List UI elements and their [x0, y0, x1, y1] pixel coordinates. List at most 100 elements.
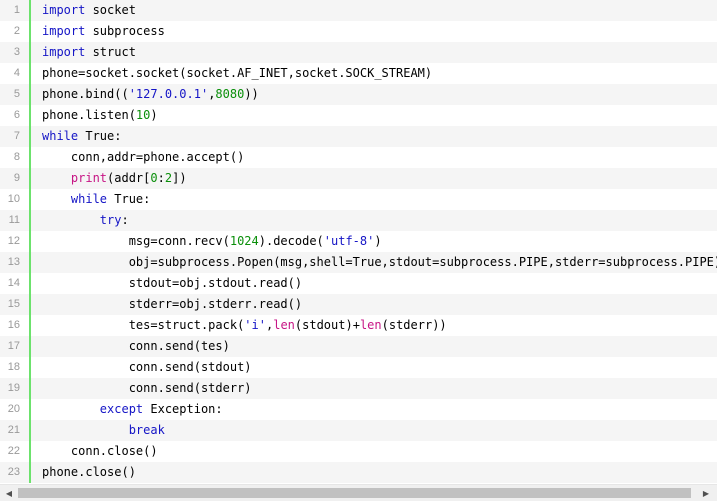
line-content: conn.send(stdout)	[42, 357, 252, 378]
line-number: 12	[0, 231, 31, 252]
code-token-kw: except	[99, 402, 144, 416]
code-token-plain: (stderr))	[381, 318, 447, 332]
code-token-kw: import	[42, 24, 86, 38]
line-content: import subprocess	[42, 21, 165, 42]
code-token-plain: conn.send(tes)	[42, 339, 230, 353]
scroll-right-arrow-icon[interactable]: ▶	[699, 485, 713, 501]
line-content: break	[42, 420, 165, 441]
code-line: 12 msg=conn.recv(1024).decode('utf-8')	[0, 231, 717, 252]
code-line: 20 except Exception:	[0, 399, 717, 420]
line-content: conn.send(stderr)	[42, 378, 252, 399]
scrollbar-thumb[interactable]	[18, 488, 691, 498]
code-line: 10 while True:	[0, 189, 717, 210]
code-token-plain: conn.send(stdout)	[42, 360, 252, 374]
code-line: 6 phone.listen(10)	[0, 105, 717, 126]
horizontal-scrollbar[interactable]: ◀ ▶	[0, 484, 717, 501]
code-line: 13 obj=subprocess.Popen(msg,shell=True,s…	[0, 252, 717, 273]
line-content: phone=socket.socket(socket.AF_INET,socke…	[42, 63, 432, 84]
line-content: import struct	[42, 42, 136, 63]
line-content: import socket	[42, 0, 136, 21]
code-line: 18 conn.send(stdout)	[0, 357, 717, 378]
code-token-kw: import	[42, 45, 86, 59]
code-line: 9 print(addr[0:2])	[0, 168, 717, 189]
code-token-str: 'utf-8'	[323, 234, 375, 248]
line-content: phone.close()	[42, 462, 136, 483]
line-number: 13	[0, 252, 31, 273]
line-number: 21	[0, 420, 31, 441]
code-token-plain: msg=conn.recv(	[42, 234, 230, 248]
code-token-plain: :	[157, 171, 165, 185]
code-line: 19 conn.send(stderr)	[0, 378, 717, 399]
line-number: 10	[0, 189, 31, 210]
line-content: while True:	[42, 189, 150, 210]
code-token-builtin: print	[70, 171, 108, 185]
line-content: while True:	[42, 126, 121, 147]
code-line: 14 stdout=obj.stdout.read()	[0, 273, 717, 294]
code-line: 4 phone=socket.socket(socket.AF_INET,sock…	[0, 63, 717, 84]
line-number: 8	[0, 147, 31, 168]
line-number: 17	[0, 336, 31, 357]
code-token-plain: conn.send(stderr)	[42, 381, 252, 395]
code-token-plain: phone=socket.socket(socket.AF_INET,socke…	[42, 66, 433, 80]
code-token-plain: phone.listen(	[42, 108, 136, 122]
line-content: phone.bind(('127.0.0.1',8080))	[42, 84, 259, 105]
code-token-builtin: len	[273, 318, 295, 332]
code-token-kw: while	[70, 192, 108, 206]
code-token-plain: tes=struct.pack(	[42, 318, 245, 332]
code-line: 2 import subprocess	[0, 21, 717, 42]
line-content: obj=subprocess.Popen(msg,shell=True,stdo…	[42, 252, 717, 273]
code-token-kw: while	[42, 129, 79, 143]
code-line: 3 import struct	[0, 42, 717, 63]
line-number: 23	[0, 462, 31, 483]
code-token-num: 8080	[215, 87, 245, 101]
code-token-num: 10	[135, 108, 151, 122]
code-token-kw: try	[99, 213, 122, 227]
line-content: print(addr[0:2])	[42, 168, 187, 189]
line-number: 16	[0, 315, 31, 336]
code-line: 15 stderr=obj.stderr.read()	[0, 294, 717, 315]
code-line: 16 tes=struct.pack('i',len(stdout)+len(s…	[0, 315, 717, 336]
code-token-plain: phone.bind((	[42, 87, 129, 101]
code-token-plain: ])	[172, 171, 187, 185]
line-number: 15	[0, 294, 31, 315]
scroll-left-arrow-icon[interactable]: ◀	[2, 485, 16, 501]
line-number: 11	[0, 210, 31, 231]
line-number: 2	[0, 21, 31, 42]
line-number: 7	[0, 126, 31, 147]
code-line: 5 phone.bind(('127.0.0.1',8080))	[0, 84, 717, 105]
line-number: 1	[0, 0, 31, 21]
code-line: 8 conn,addr=phone.accept()	[0, 147, 717, 168]
code-token-plain: (stdout)+	[294, 318, 360, 332]
code-line: 7 while True:	[0, 126, 717, 147]
code-line: 23 phone.close()	[0, 462, 717, 483]
line-number: 6	[0, 105, 31, 126]
code-token-plain: )	[374, 234, 382, 248]
code-token-plain: ))	[244, 87, 259, 101]
code-token-plain: ).decode(	[258, 234, 324, 248]
line-number: 9	[0, 168, 31, 189]
code-token-num: 1024	[229, 234, 259, 248]
line-number: 18	[0, 357, 31, 378]
code-token-num: 2	[164, 171, 173, 185]
line-number: 4	[0, 63, 31, 84]
code-token-builtin: len	[359, 318, 382, 332]
code-lines: 1 import socket 2 import subprocess 3 import …	[0, 0, 717, 483]
code-line: 21 break	[0, 420, 717, 441]
code-token-plain: True:	[78, 129, 122, 143]
code-token-plain: struct	[85, 45, 136, 59]
code-token-plain: conn,addr=phone.accept()	[42, 150, 245, 164]
line-content: msg=conn.recv(1024).decode('utf-8')	[42, 231, 382, 252]
code-token-plain: Exception:	[143, 402, 223, 416]
code-line: 11 try:	[0, 210, 717, 231]
line-number: 22	[0, 441, 31, 462]
code-line: 1 import socket	[0, 0, 717, 21]
line-content: try:	[42, 210, 129, 231]
code-token-num: 0	[150, 171, 158, 185]
line-content: conn.send(tes)	[42, 336, 230, 357]
code-block: 1 import socket 2 import subprocess 3 import …	[0, 0, 717, 503]
